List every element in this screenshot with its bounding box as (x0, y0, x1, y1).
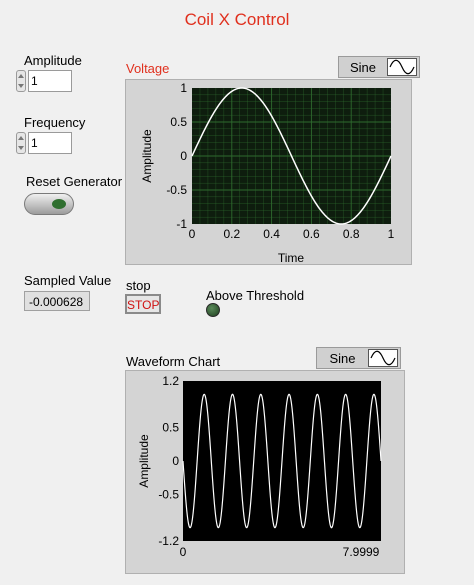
voltage-x-tick-label: 0.4 (263, 227, 280, 241)
window-title: Coil X Control (184, 10, 290, 29)
waveform-y-tick-label: -1.2 (158, 534, 179, 548)
voltage-graph: 0 0.2 0.4 0.6 0.8 1 1 0.5 0 -0.5 -1 Amplitude Time (140, 81, 395, 265)
waveform-y-tick-label: 1.2 (162, 374, 179, 388)
voltage-x-axis-label: Time (278, 251, 305, 264)
frequency-stepper[interactable] (16, 132, 26, 154)
voltage-x-tick-label: 0.2 (223, 227, 240, 241)
sampled-value-display: -0.000628 (24, 291, 90, 311)
waveform-chart: 1.20.50-0.5-1.20 7.9999 Amplitude (137, 374, 382, 559)
voltage-y-tick-label: -0.5 (166, 183, 187, 197)
frequency-label: Frequency (24, 115, 86, 130)
waveform-x-tick-label: 0 (180, 545, 187, 559)
voltage-y-tick-label: 0 (180, 149, 187, 163)
amplitude-label: Amplitude (24, 53, 82, 68)
waveform-y-tick-label: 0.5 (162, 421, 179, 435)
waveform-y-tick-label: -0.5 (158, 487, 179, 501)
waveform-x-tick-label: 7.9999 (343, 545, 380, 559)
voltage-x-tick-label: 0.8 (343, 227, 360, 241)
above-threshold-label: Above Threshold (206, 288, 305, 303)
waveform-chart-title: Waveform Chart (126, 354, 221, 369)
waveform-legend-label: Sine (329, 350, 356, 366)
sampled-value-label: Sampled Value (24, 273, 112, 288)
voltage-x-tick-label: 0.6 (303, 227, 320, 241)
voltage-x-tick-label: 0 (189, 227, 196, 241)
waveform-y-tick-label: 0 (172, 454, 179, 468)
voltage-graph-panel: 0 0.2 0.4 0.6 0.8 1 1 0.5 0 -0.5 -1 Amplitude Time (125, 79, 412, 265)
voltage-legend-label: Sine (349, 59, 377, 75)
voltage-y-tick-label: 1 (180, 81, 187, 95)
waveform-chart-panel: 1.2 0.5 0 -0.5 -1.2 0 7.9999 Amplitude (125, 370, 405, 574)
reset-generator-label: Reset Generator (26, 174, 123, 189)
frequency-control: 1 (16, 132, 72, 154)
above-threshold-led-icon (206, 303, 220, 317)
reset-led-icon (52, 199, 66, 209)
sine-wave-icon (387, 58, 417, 76)
voltage-y-axis-label: Amplitude (140, 129, 154, 183)
voltage-graph-title: Voltage (126, 61, 170, 76)
waveform-y-axis-label: Amplitude (137, 434, 151, 488)
waveform-legend[interactable]: Sine (316, 347, 401, 369)
voltage-legend[interactable]: Sine (338, 56, 420, 78)
stop-button[interactable]: STOP (125, 294, 161, 314)
sine-wave-icon (368, 349, 398, 367)
voltage-x-tick-label: 1 (388, 227, 395, 241)
voltage-y-tick-label: -1 (176, 217, 187, 231)
amplitude-control: 1 (16, 70, 72, 92)
frequency-input[interactable]: 1 (28, 132, 72, 154)
voltage-y-tick-label: 0.5 (170, 115, 187, 129)
amplitude-input[interactable]: 1 (28, 70, 72, 92)
amplitude-stepper[interactable] (16, 70, 26, 92)
reset-generator-button[interactable] (24, 193, 74, 215)
stop-label: stop (126, 278, 151, 293)
